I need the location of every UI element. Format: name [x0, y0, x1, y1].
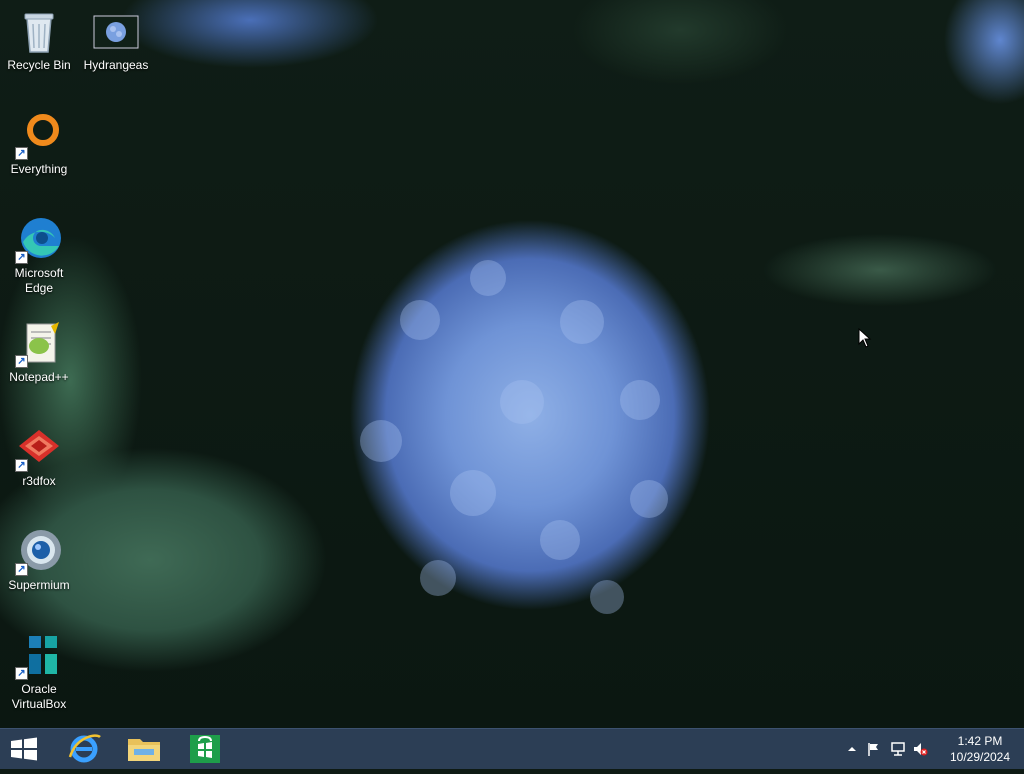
taskbar-store[interactable] — [177, 729, 233, 769]
desktop-icon-label: Everything — [10, 162, 68, 176]
volume-muted-icon[interactable] — [912, 741, 928, 757]
taskbar: 1:42 PM 10/29/2024 — [0, 728, 1024, 769]
r3dfox-browser-icon: ↗ — [15, 424, 63, 472]
desktop-icon-hydrangeas[interactable]: Hydrangeas — [78, 8, 154, 73]
desktop-wallpaper — [0, 0, 1024, 728]
desktop-icon-label: Oracle VirtualBox — [11, 682, 67, 711]
desktop-icon-oracle-virtualbox[interactable]: ↗ Oracle VirtualBox — [1, 632, 77, 712]
system-tray: 1:42 PM 10/29/2024 — [844, 729, 1024, 769]
show-hidden-icons-chevron[interactable] — [844, 741, 860, 757]
desktop-icon-label: r3dfox — [22, 474, 56, 488]
edge-browser-icon: ↗ — [15, 216, 63, 264]
clock-date: 10/29/2024 — [949, 750, 1011, 764]
windows-logo-icon — [11, 737, 37, 761]
everything-search-icon: ↗ — [15, 112, 63, 160]
desktop-icon-label: Notepad++ — [9, 370, 69, 384]
taskbar-internet-explorer[interactable] — [56, 729, 112, 769]
image-file-icon — [92, 8, 140, 56]
mouse-cursor-icon — [858, 327, 872, 353]
taskbar-clock[interactable]: 1:42 PM 10/29/2024 — [948, 733, 1012, 765]
clock-time: 1:42 PM — [957, 734, 1003, 748]
shortcut-arrow-icon: ↗ — [15, 251, 28, 264]
desktop-icon-label: Hydrangeas — [83, 58, 149, 72]
desktop-icon-label: Supermium — [8, 578, 70, 592]
desktop-icon-supermium[interactable]: ↗ Supermium — [1, 528, 77, 593]
recycle-bin-icon — [15, 8, 63, 56]
network-icon[interactable] — [890, 741, 906, 757]
desktop-icon-label: Microsoft Edge — [14, 266, 64, 295]
shortcut-arrow-icon: ↗ — [15, 563, 28, 576]
start-button[interactable] — [0, 729, 48, 769]
file-explorer-icon — [128, 739, 160, 761]
shortcut-arrow-icon: ↗ — [15, 147, 28, 160]
notepad-plus-plus-icon: ↗ — [15, 320, 63, 368]
taskbar-file-explorer[interactable] — [116, 729, 172, 769]
shortcut-arrow-icon: ↗ — [15, 459, 28, 472]
desktop-icon-label: Recycle Bin — [7, 58, 71, 72]
shortcut-arrow-icon: ↗ — [15, 667, 28, 680]
desktop-icon-notepad-plus-plus[interactable]: ↗ Notepad++ — [1, 320, 77, 385]
shortcut-arrow-icon: ↗ — [15, 355, 28, 368]
action-center-flag-icon[interactable] — [866, 741, 882, 757]
internet-explorer-icon — [68, 734, 101, 763]
desktop-icon-everything[interactable]: ↗ Everything — [1, 112, 77, 177]
supermium-browser-icon: ↗ — [15, 528, 63, 576]
store-icon — [190, 735, 220, 763]
desktop-icon-recycle-bin[interactable]: Recycle Bin — [1, 8, 77, 73]
desktop-icon-r3dfox[interactable]: ↗ r3dfox — [1, 424, 77, 489]
virtualbox-icon: ↗ — [15, 632, 63, 680]
desktop-icon-microsoft-edge[interactable]: ↗ Microsoft Edge — [1, 216, 77, 296]
